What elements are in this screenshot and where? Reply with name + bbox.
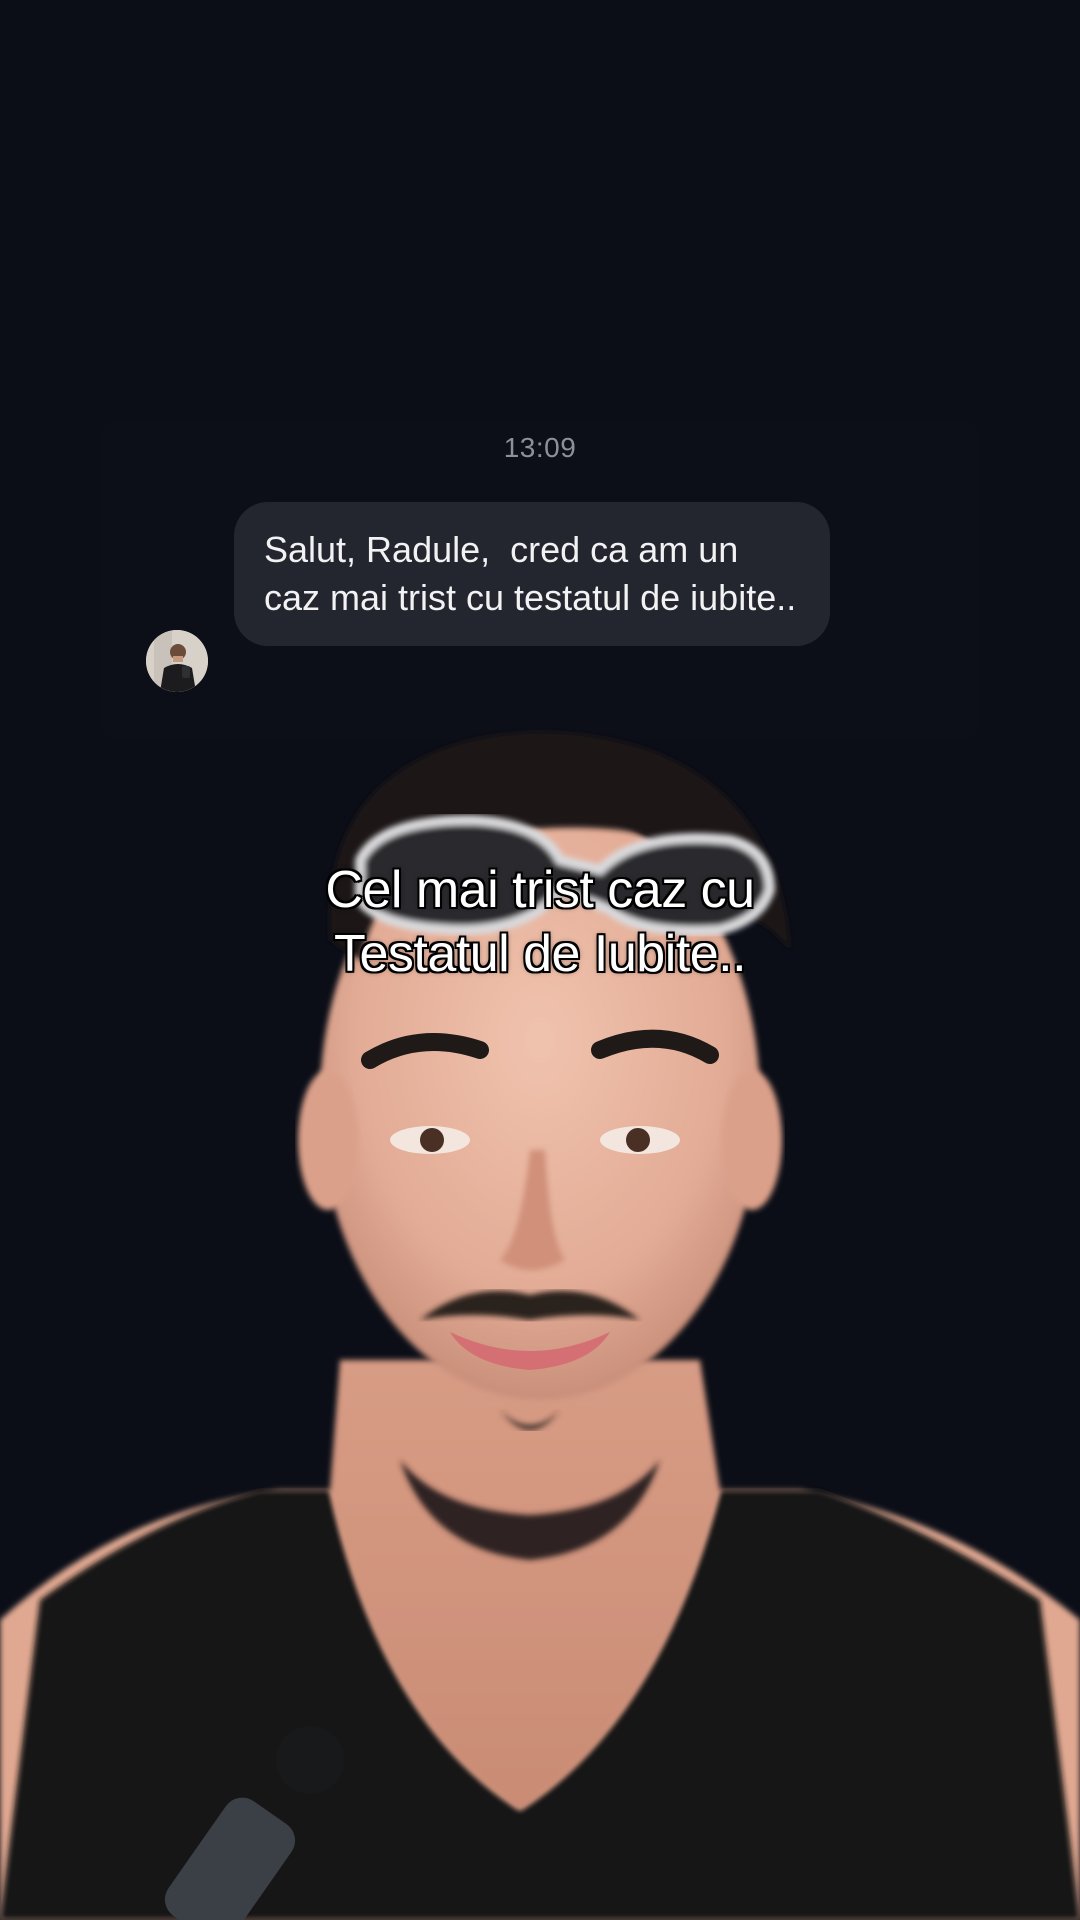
video-caption: Cel mai trist caz cu Testatul de Iubite.… xyxy=(0,858,1080,986)
message-timestamp: 13:09 xyxy=(503,432,577,463)
received-message-bubble[interactable]: Salut, Radule, cred ca am un caz mai tri… xyxy=(234,502,830,646)
caption-line-1: Cel mai trist caz cu xyxy=(325,861,755,919)
video-frame: 13:09 Salut, Radule, cred ca am un caz m… xyxy=(0,0,1080,1920)
message-text: Salut, Radule, cred ca am un caz mai tri… xyxy=(264,529,797,618)
person-photo-avatar-icon xyxy=(146,630,208,692)
caption-line-2: Testatul de Iubite.. xyxy=(333,925,747,983)
sender-avatar xyxy=(146,630,208,692)
